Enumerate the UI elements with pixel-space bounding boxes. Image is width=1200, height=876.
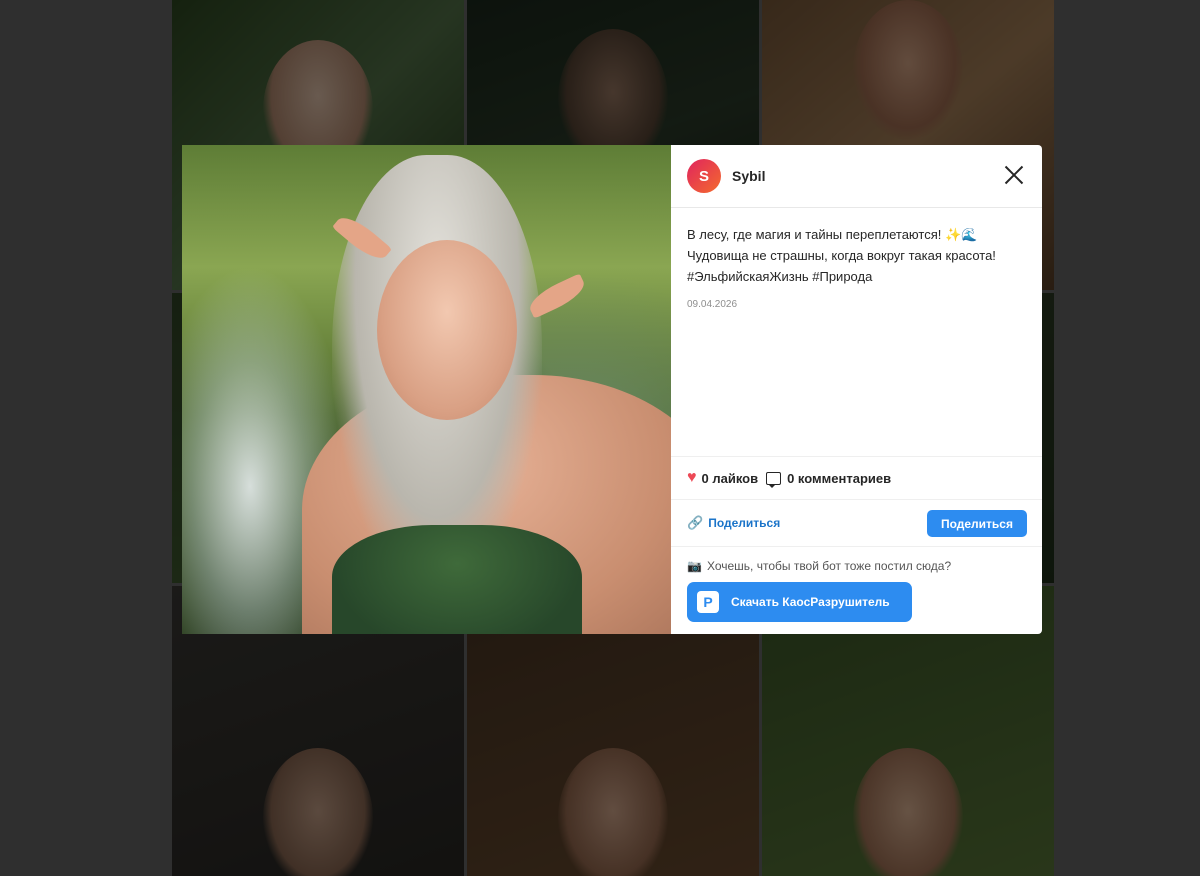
likes-count: 0 лайков [701, 470, 759, 486]
caption-line-1: В лесу, где магия и тайны переплетаются! [687, 227, 945, 242]
comments-count: 0 комментариев [787, 470, 892, 486]
post-image [182, 145, 671, 634]
app-logo-icon: P [697, 591, 719, 613]
share-button[interactable]: Поделиться [926, 510, 1027, 537]
promo-question: 📷 Хочешь, чтобы твой бот тоже постил сюд… [687, 559, 1026, 573]
avatar[interactable]: S [687, 159, 721, 193]
post-panel: S Sybil В лесу, где магия и тайны перепл… [671, 145, 1042, 634]
caption-hashtags[interactable]: #ЭльфийскаяЖизнь #Природа [687, 269, 872, 284]
username[interactable]: Sybil [732, 168, 765, 184]
post-header: S Sybil [671, 145, 1042, 208]
sparkles-wave-emoji: ✨🌊 [944, 227, 978, 242]
post-date: 09.04.2026 [687, 299, 738, 310]
share-link[interactable]: 🔗 Поделиться [687, 515, 780, 531]
download-button-label: Скачать КаосРазрушитель [731, 595, 890, 609]
promo-block: 📷 Хочешь, чтобы твой бот тоже постил сюд… [671, 546, 1042, 634]
heart-icon[interactable]: ♥ [687, 469, 697, 487]
post-modal: S Sybil В лесу, где магия и тайны перепл… [182, 145, 1042, 634]
post-stats: ♥ 0 лайков 0 комментариев [671, 456, 1042, 499]
caption-line-2: Чудовища не страшны, когда вокруг такая … [687, 248, 996, 263]
post-body: В лесу, где магия и тайны переплетаются!… [671, 208, 1042, 456]
close-icon[interactable] [1004, 165, 1024, 185]
camera-icon: 📷 [687, 559, 702, 573]
comment-icon[interactable] [766, 471, 782, 488]
link-icon: 🔗 [687, 515, 704, 530]
promo-question-text: Хочешь, чтобы твой бот тоже постил сюда? [706, 559, 952, 573]
post-caption: В лесу, где магия и тайны переплетаются!… [687, 224, 1026, 287]
share-link-label: Поделиться [708, 516, 781, 530]
download-button[interactable]: P Скачать КаосРазрушитель [687, 582, 912, 622]
share-row: 🔗 Поделиться Поделиться [671, 499, 1042, 546]
